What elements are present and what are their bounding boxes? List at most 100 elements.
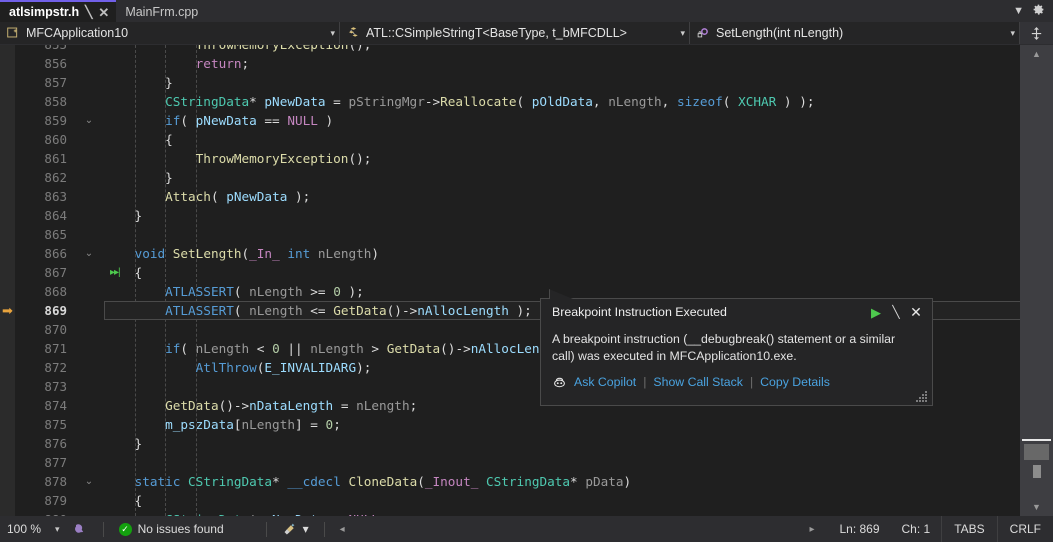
code-text: ATLASSERT( nLength >= 0 ); [165, 284, 364, 299]
code-text: return; [195, 56, 250, 71]
popup-title: Breakpoint Instruction Executed [552, 305, 727, 319]
code-line[interactable]: 860 { [0, 130, 1020, 149]
popup-body-text: A breakpoint instruction (__debugbreak()… [552, 332, 896, 363]
code-line[interactable]: 855 ThrowMemoryException(); [0, 45, 1020, 54]
code-line[interactable]: 864 } [0, 206, 1020, 225]
current-line-marker [1022, 439, 1051, 441]
scrollbar-annotation [1033, 465, 1041, 478]
code-text: Attach( pNewData ); [165, 189, 311, 204]
code-text: static CStringData* __cdecl CloneData(_I… [134, 474, 632, 489]
pin-icon[interactable]: ╲ [85, 6, 92, 18]
chevron-down-icon[interactable]: ▾ [326, 28, 335, 39]
line-number: 871 [44, 341, 67, 356]
code-line[interactable]: 863 Attach( pNewData ); [0, 187, 1020, 206]
line-number: 869 [44, 303, 67, 318]
popup-actions: Ask Copilot | Show Call Stack | Copy Det… [541, 365, 932, 389]
code-text: ThrowMemoryException(); [104, 45, 372, 54]
tabstrip-right-controls: ▼ [1000, 0, 1053, 22]
ask-copilot-link[interactable]: Ask Copilot [574, 375, 636, 389]
line-number: 865 [44, 227, 67, 242]
tab-mainfrm-cpp[interactable]: MainFrm.cpp [116, 0, 206, 22]
divider [323, 521, 325, 537]
code-line[interactable]: 859 ⌄ if( pNewData == NULL ) [0, 111, 1020, 130]
code-line[interactable]: 862 } [0, 168, 1020, 187]
code-line[interactable]: 878 ⌄ static CStringData* __cdecl CloneDa… [0, 472, 1020, 491]
indent-mode-indicator[interactable]: TABS [941, 516, 996, 542]
line-number: 857 [44, 75, 67, 90]
line-number: 867 [44, 265, 67, 280]
tab-label: atlsimpstr.h [9, 5, 80, 19]
send-feedback-button[interactable] [67, 516, 94, 542]
code-line[interactable]: 857 } [0, 73, 1020, 92]
gear-icon[interactable] [1032, 3, 1045, 19]
close-icon[interactable]: ✕ [906, 305, 926, 319]
navbar-member-dropdown[interactable]: SetLength(int nLength) ▾ [690, 22, 1020, 44]
check-circle-icon: ✓ [118, 522, 132, 536]
code-text: void SetLength(_In_ int nLength) [134, 246, 380, 261]
chevron-down-icon[interactable]: ▼ [1013, 5, 1024, 17]
code-line[interactable]: 866 ⌄ void SetLength(_In_ int nLength) [0, 244, 1020, 263]
divider [102, 521, 104, 537]
issues-status[interactable]: ✓ No issues found [113, 516, 230, 542]
zoom-level-dropdown[interactable]: 100 % ▾ [0, 516, 67, 542]
play-icon[interactable]: ▶ [866, 306, 886, 319]
fold-toggle-icon[interactable]: ⌄ [82, 111, 96, 130]
navigation-bar: MFCApplication10 ▾ ATL::CSimpleStringT<B… [0, 22, 1053, 45]
line-number: 858 [44, 94, 67, 109]
chevron-down-icon[interactable]: ▾ [55, 524, 60, 535]
line-number: 873 [44, 379, 67, 394]
code-cleanup-dropdown[interactable]: ▾ [276, 516, 315, 542]
line-number: 878 [44, 474, 67, 489]
class-icon [346, 26, 361, 40]
navbar-project-dropdown[interactable]: MFCApplication10 ▾ [0, 22, 340, 44]
code-line[interactable]: 858 CStringData* pNewData = pStringMgr->… [0, 92, 1020, 111]
code-line[interactable]: 877 [0, 453, 1020, 472]
code-line[interactable]: 875 m_pszData[nLength] = 0; [0, 415, 1020, 434]
tab-label: MainFrm.cpp [125, 5, 199, 19]
code-line[interactable]: 865 [0, 225, 1020, 244]
code-text: GetData()->nDataLength = nLength; [165, 398, 418, 413]
code-line[interactable]: 876 } [0, 434, 1020, 453]
collapse-panel-button[interactable]: ◂ [334, 516, 351, 542]
line-number: 864 [44, 208, 67, 223]
resize-grip-icon[interactable] [915, 389, 929, 403]
close-icon[interactable]: ✕ [98, 6, 109, 19]
code-line[interactable]: 856 return; [0, 54, 1020, 73]
copy-details-link[interactable]: Copy Details [760, 375, 830, 389]
chevron-down-icon[interactable]: ▾ [1006, 28, 1015, 39]
code-line[interactable]: 861 ThrowMemoryException(); [0, 149, 1020, 168]
line-number: 876 [44, 436, 67, 451]
show-call-stack-link[interactable]: Show Call Stack [653, 375, 743, 389]
vertical-scrollbar[interactable]: ▲ ▼ [1020, 45, 1053, 516]
fold-toggle-icon[interactable]: ⌄ [82, 244, 96, 263]
scroll-down-icon[interactable]: ▼ [1020, 498, 1053, 516]
scrollbar-thumb[interactable] [1024, 444, 1049, 460]
line-number: 859 [44, 113, 67, 128]
breakpoint-notification-popup[interactable]: Breakpoint Instruction Executed ▶ ╲ ✕ A … [540, 289, 933, 406]
scroll-up-icon[interactable]: ▲ [1020, 45, 1053, 63]
line-number: 875 [44, 417, 67, 432]
navbar-class-dropdown[interactable]: ATL::CSimpleStringT<BaseType, t_bMFCDLL>… [340, 22, 690, 44]
chevron-right-icon[interactable]: ▸ [803, 524, 828, 535]
line-number: 872 [44, 360, 67, 375]
tab-atlsimpstr-h[interactable]: atlsimpstr.h ╲ ✕ [0, 0, 117, 22]
fold-toggle-icon[interactable]: ⌄ [82, 472, 96, 491]
line-number: 855 [15, 45, 67, 54]
code-text: } [104, 436, 143, 451]
line-number: 860 [44, 132, 67, 147]
editor-tab-strip: atlsimpstr.h ╲ ✕ MainFrm.cpp [0, 0, 1053, 22]
project-icon [6, 26, 21, 40]
line-number: 863 [44, 189, 67, 204]
status-bar-right: ▸ Ln: 869 Ch: 1 TABS CRLF [803, 516, 1053, 542]
code-editor[interactable]: 855 ThrowMemoryException();856 return;85… [0, 45, 1053, 516]
chevron-down-icon[interactable]: ▾ [303, 522, 309, 536]
code-line[interactable]: 867 ▸▸| { [0, 263, 1020, 282]
navbar-project-label: MFCApplication10 [26, 26, 129, 40]
line-endings-indicator[interactable]: CRLF [996, 516, 1053, 542]
chevron-left-icon: ◂ [339, 523, 345, 535]
code-line[interactable]: 879 { [0, 491, 1020, 510]
pin-icon[interactable]: ╲ [886, 306, 906, 318]
split-window-icon[interactable] [1020, 22, 1053, 44]
line-number: 874 [44, 398, 67, 413]
chevron-down-icon[interactable]: ▾ [676, 28, 685, 39]
